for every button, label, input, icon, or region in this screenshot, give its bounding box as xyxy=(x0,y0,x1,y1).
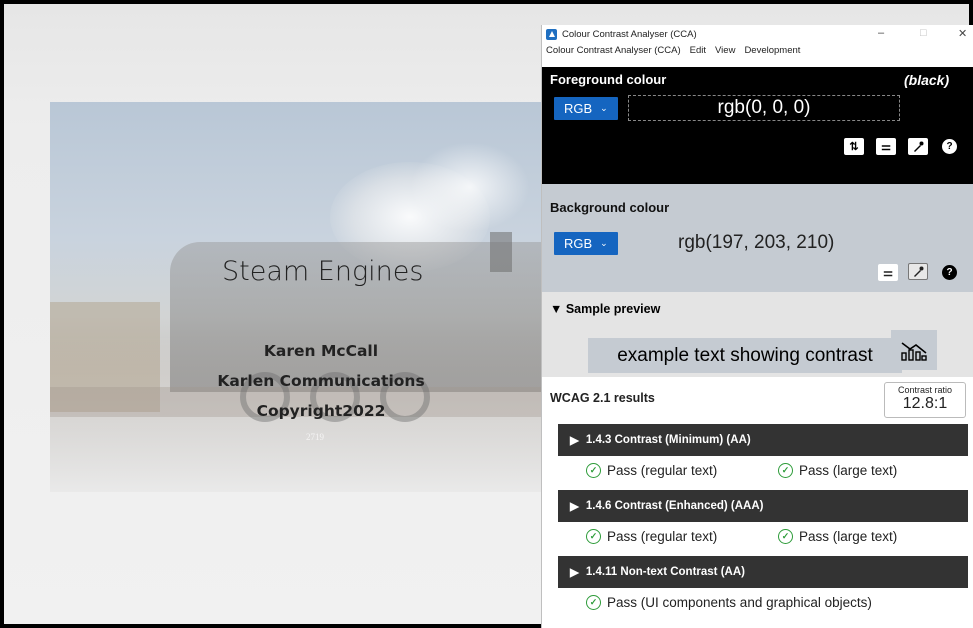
menu-bar: Colour Contrast Analyser (CCA) Edit View… xyxy=(542,43,973,58)
expand-icon: ▶ xyxy=(570,435,579,447)
slide-author: Karen McCall xyxy=(263,342,379,360)
title-bar: Colour Contrast Analyser (CCA) – □ ✕ xyxy=(542,25,973,43)
check-icon: ✓ xyxy=(778,529,793,544)
expand-icon: ▶ xyxy=(570,501,579,513)
pass-label: Pass (UI components and graphical object… xyxy=(607,595,872,610)
criterion-label: 1.4.3 Contrast (Minimum) (AA) xyxy=(585,434,751,446)
app-icon xyxy=(546,28,557,40)
criterion-1-4-11[interactable]: ▶ 1.4.11 Non-text Contrast (AA) xyxy=(558,556,968,588)
foreground-format-select[interactable]: RGB ⌄ xyxy=(554,97,618,120)
menu-app[interactable]: Colour Contrast Analyser (CCA) xyxy=(546,45,681,56)
pass-label: Pass (large text) xyxy=(799,529,898,544)
pass-non-text: ✓ Pass (UI components and graphical obje… xyxy=(586,595,872,610)
sample-preview-toggle[interactable]: ▼ Sample preview xyxy=(550,302,660,316)
window-title: Colour Contrast Analyser (CCA) xyxy=(562,28,697,40)
pass-label: Pass (regular text) xyxy=(607,529,718,544)
criterion-1-4-6[interactable]: ▶ 1.4.6 Contrast (Enhanced) (AAA) xyxy=(558,490,968,522)
pass-regular-text: ✓ Pass (regular text) xyxy=(586,463,717,478)
menu-development[interactable]: Development xyxy=(744,45,800,56)
pass-label: Pass (regular text) xyxy=(607,463,718,478)
cca-window: Colour Contrast Analyser (CCA) – □ ✕ Col… xyxy=(541,25,973,628)
chevron-down-icon: ⌄ xyxy=(600,238,608,248)
eyedropper-icon[interactable] xyxy=(908,263,928,280)
foreground-format-label: RGB xyxy=(564,101,593,116)
pass-label: Pass (large text) xyxy=(799,463,898,478)
contrast-ratio-value: 12.8:1 xyxy=(902,395,948,412)
background-value-input[interactable]: rgb(197, 203, 210) xyxy=(678,232,834,254)
maximize-button[interactable]: □ xyxy=(920,27,927,39)
criterion-1-4-3[interactable]: ▶ 1.4.3 Contrast (Minimum) (AA) xyxy=(558,424,968,456)
slide-title: Steam Engines xyxy=(222,256,424,287)
close-button[interactable]: ✕ xyxy=(958,27,967,40)
sliders-icon[interactable]: ⚌ xyxy=(878,264,898,281)
foreground-section: Foreground colour (black) RGB ⌄ rgb(0, 0… xyxy=(542,67,973,184)
background-title: Background colour xyxy=(550,200,670,215)
eyedropper-icon[interactable] xyxy=(908,138,928,155)
minimize-button[interactable]: – xyxy=(878,27,884,39)
slide-company: Karlen Communications xyxy=(217,372,425,390)
criterion-label: 1.4.11 Non-text Contrast (AA) xyxy=(585,566,745,578)
sliders-icon[interactable]: ⚌ xyxy=(876,138,896,155)
expand-icon: ▶ xyxy=(570,567,579,579)
contrast-ratio-box: Contrast ratio 12.8:1 xyxy=(884,382,966,418)
check-icon: ✓ xyxy=(586,463,601,478)
background-format-select[interactable]: RGB ⌄ xyxy=(554,232,618,255)
wcag-results-section: WCAG 2.1 results Contrast ratio 12.8:1 ▶… xyxy=(542,377,973,628)
foreground-value-input[interactable]: rgb(0, 0, 0) xyxy=(628,95,900,121)
chevron-down-icon: ⌄ xyxy=(600,103,608,113)
results-title: WCAG 2.1 results xyxy=(550,391,655,405)
background-section: Background colour RGB ⌄ rgb(197, 203, 21… xyxy=(542,184,973,292)
check-icon: ✓ xyxy=(586,595,601,610)
criterion-label: 1.4.6 Contrast (Enhanced) (AAA) xyxy=(585,500,764,512)
engine-number: 2719 xyxy=(306,432,324,442)
pass-large-text: ✓ Pass (large text) xyxy=(778,463,897,478)
check-icon: ✓ xyxy=(778,463,793,478)
sample-text: example text showing contrast xyxy=(588,338,902,373)
pass-large-text: ✓ Pass (large text) xyxy=(778,529,897,544)
pass-regular-text: ✓ Pass (regular text) xyxy=(586,529,717,544)
foreground-colour-name: (black) xyxy=(904,72,950,88)
menu-edit[interactable]: Edit xyxy=(690,45,706,56)
menu-view[interactable]: View xyxy=(715,45,735,56)
locomotive-photo: 2719 xyxy=(50,102,550,492)
slide-copyright: Copyright2022 xyxy=(256,402,386,420)
chart-icon xyxy=(891,330,937,370)
contrast-ratio-label: Contrast ratio xyxy=(897,385,953,395)
swap-icon[interactable]: ⇅ xyxy=(844,138,864,155)
help-icon[interactable]: ? xyxy=(942,265,957,280)
background-format-label: RGB xyxy=(564,236,593,251)
help-icon[interactable]: ? xyxy=(942,139,957,154)
sample-preview-section: ▼ Sample preview example text showing co… xyxy=(542,292,973,377)
check-icon: ✓ xyxy=(586,529,601,544)
foreground-title: Foreground colour xyxy=(550,72,667,87)
